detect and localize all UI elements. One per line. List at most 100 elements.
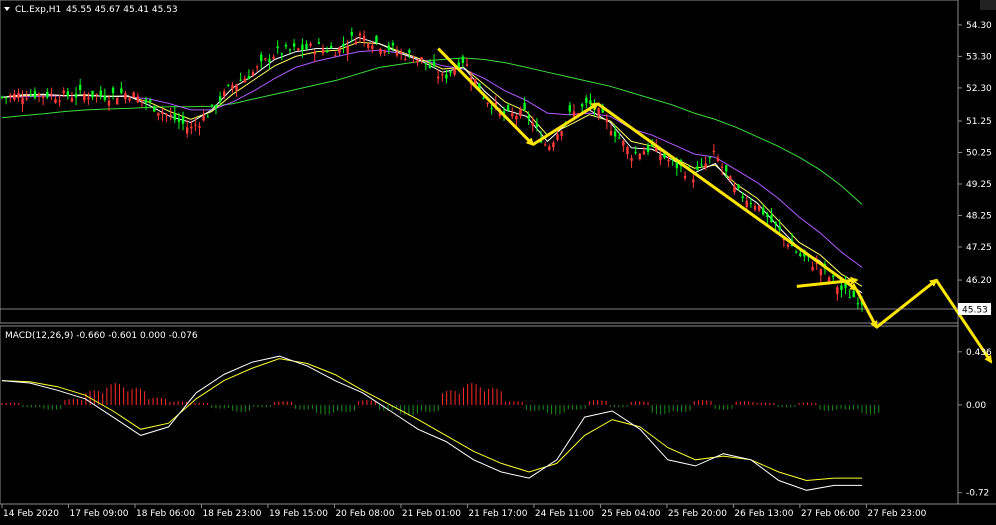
candle-body [264,58,267,60]
candle-body [399,52,403,54]
macd-signal-line [1,358,862,482]
candle-body [626,147,629,155]
candle-body [642,151,646,155]
candle-body [268,58,271,62]
price-tick-label: 54.30 [966,21,992,31]
chart-window[interactable]: 54.30 53.30 52.30 51.25 50.25 49.25 48.25 47.25… [0,0,996,521]
candle-body [424,63,428,65]
candle-body [0,96,4,98]
candle-body [111,87,115,94]
candle-body [371,45,374,49]
candle-body [206,116,209,118]
candle-body [432,61,436,66]
candle-body [136,96,139,103]
price-tick-label: 47.25 [966,243,992,253]
candle-body [235,84,238,92]
price-tick-label: 50.25 [966,148,992,158]
candle-body [116,97,119,105]
candle-body [185,127,189,134]
candle-body [716,157,720,162]
candle-body [58,100,61,102]
candle-body [362,35,366,41]
candle-body [169,115,172,117]
candle-body [412,61,415,63]
candle-body [120,88,123,94]
dropdown-triangle-icon [4,7,10,11]
candle-body [618,137,621,139]
candle-body [251,72,255,76]
candle-body [634,151,637,153]
candle-body [305,43,308,50]
candle-body [572,111,576,117]
ohlc-label: 45.55 45.67 45.41 45.53 [66,5,178,15]
symbol-label: CL.Exp,H1 [15,5,61,15]
candle-body [83,93,86,101]
candle-body [848,297,851,299]
candle-body [490,108,493,110]
candle-body [799,253,802,256]
candle-body [214,106,218,109]
candle-body [334,55,337,57]
candles [0,27,864,312]
candle-body [301,44,304,51]
candle-body [523,102,526,110]
price-tick-label: 53.30 [966,52,992,62]
candle-body [74,93,78,98]
current-price-marker: 45.53 [0,303,991,316]
candle-body [50,93,53,96]
candle-body [831,275,835,278]
candle-body [511,113,514,117]
candle-body [350,32,353,36]
candle-body [181,116,185,124]
candle-body [667,159,670,162]
candle-body [173,113,177,120]
candle-body [17,92,20,98]
candle-body [453,68,456,75]
candle-body [383,50,386,53]
candle-body [486,102,489,104]
candle-body [441,74,444,76]
candle-body [766,213,769,218]
candle-body [531,123,535,126]
time-tick-label: 25 Feb 20:00 [668,509,727,519]
candle-body [194,124,197,126]
candle-body [436,76,440,79]
window-corner [980,0,996,10]
candle-body [87,97,90,100]
candle-body [609,131,613,136]
candle-body [321,48,325,54]
candle-body [198,125,201,128]
trend-arrow [875,278,938,329]
candle-body [560,131,563,136]
candle-body [66,91,70,97]
price-chart[interactable]: 54.30 53.30 52.30 51.25 50.25 49.25 48.25 47.25… [0,0,996,521]
candle-body [757,205,761,211]
candle-body [449,71,452,73]
macd-tick-label: 0.00 [966,401,986,411]
candle-body [153,106,156,112]
candle-body [543,144,547,146]
candle-body [157,112,160,116]
candle-body [585,97,588,104]
candle-body [461,56,465,63]
trend-arrow [596,102,859,291]
candle-body [161,112,164,115]
candle-body [568,105,572,112]
candle-body [223,91,226,96]
candle-body [292,43,296,47]
time-tick-label: 19 Feb 15:00 [269,509,328,519]
candle-body [272,56,275,59]
candle-body [354,41,358,45]
candle-body [375,35,378,43]
ma-slow-line [1,49,863,268]
price-tick-label: 48.25 [966,211,992,221]
ma-fast-line [1,36,863,294]
candle-body [506,105,510,111]
candle-body [239,79,242,81]
candle-body [329,45,333,49]
candle-body [622,140,625,146]
candle-body [260,54,263,62]
candle-body [13,93,16,100]
candle-body [786,244,790,247]
candle-body [107,100,111,106]
